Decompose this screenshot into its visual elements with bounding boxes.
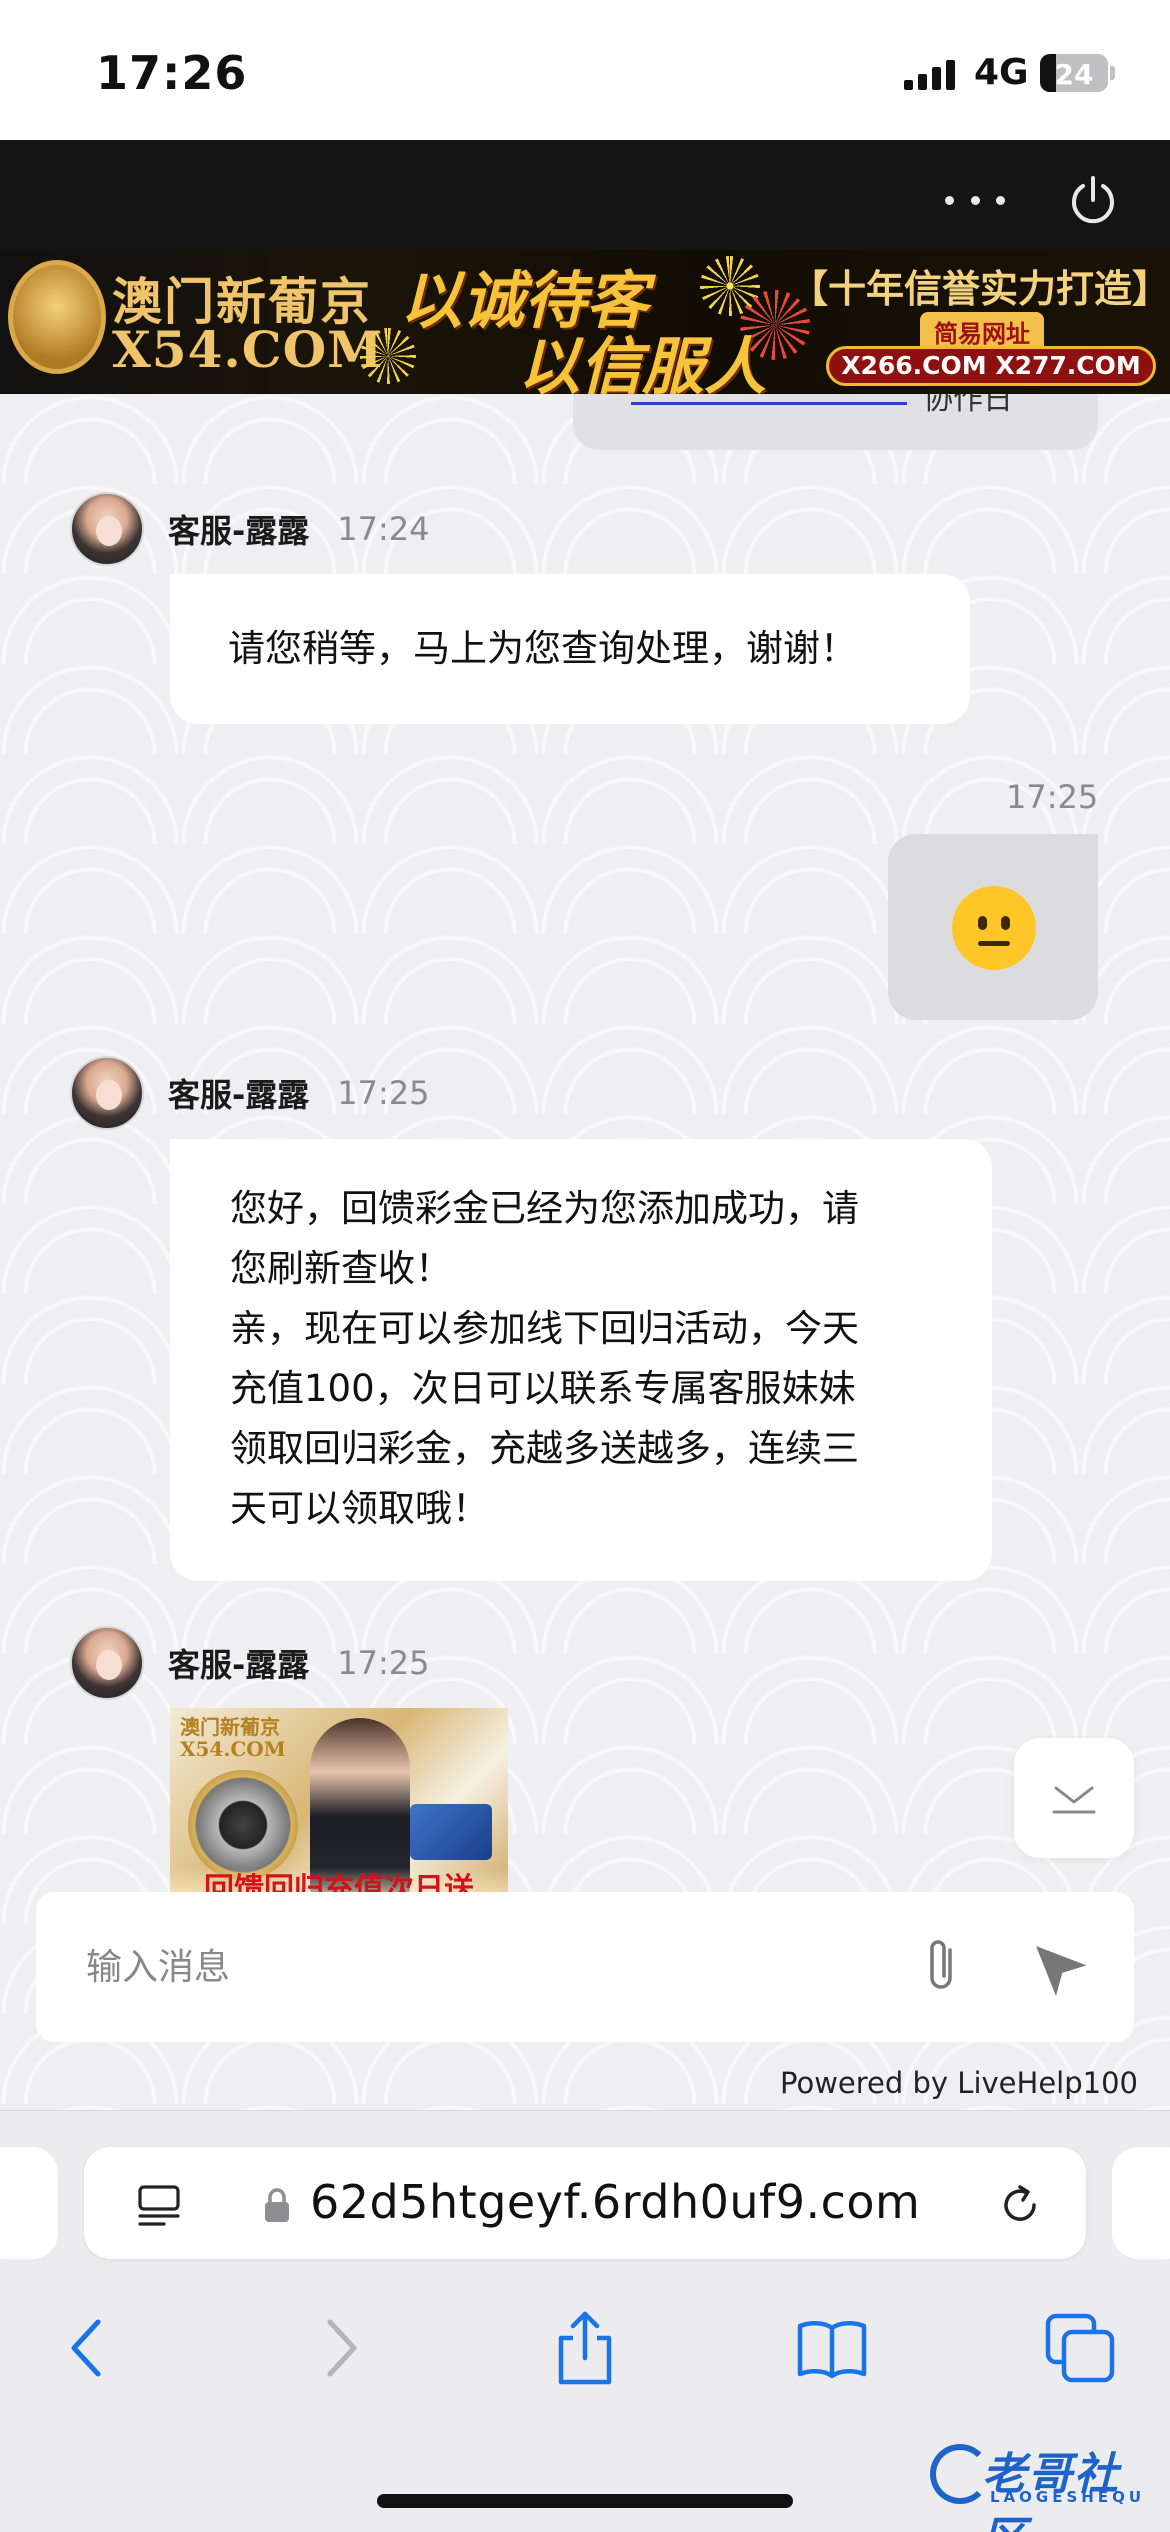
next-tab-preview[interactable]: [1112, 2147, 1170, 2259]
message-text: 请您稍等，马上为您查询处理，谢谢！: [228, 627, 857, 670]
promo-image-message[interactable]: 澳门新葡京 X54.COM 回馈回归充值次日送: [170, 1708, 508, 1908]
avatar[interactable]: [70, 1626, 144, 1700]
address-bar[interactable]: 62d5htgeyf.6rdh0uf9.com: [84, 2147, 1086, 2259]
lock-icon: [265, 2188, 289, 2222]
page-menu-icon[interactable]: [136, 2183, 182, 2229]
message-line: 领取回归彩金，充越多送越多，连续三: [230, 1427, 859, 1470]
promo-logo-cn: 澳门新葡京: [180, 1715, 280, 1739]
casino-logo-icon: [8, 260, 106, 374]
chat-message-list[interactable]: 协作日 客服-露露 17:24 请您稍等，马上为您查询处理，谢谢！ 17:25 …: [0, 394, 1170, 2110]
send-icon[interactable]: [1026, 1934, 1096, 2004]
agent-message-bubble: 请您稍等，马上为您查询处理，谢谢！: [170, 574, 970, 724]
message-header: 客服-露露 17:25: [70, 1056, 430, 1130]
message-line: 亲，现在可以参加线下回归活动，今天: [230, 1307, 859, 1350]
battery-level: 24: [1054, 58, 1094, 91]
scroll-to-bottom-button[interactable]: [1014, 1738, 1134, 1858]
message-composer: [36, 1892, 1134, 2042]
neutral-face-emoji-icon: [952, 886, 1036, 970]
power-icon[interactable]: [1066, 174, 1120, 228]
watermark-subtext: LAOGESHEQU: [990, 2488, 1146, 2506]
roulette-wheel-icon: [188, 1770, 298, 1880]
message-line: 您好，回馈彩金已经为您添加成功，请: [230, 1187, 859, 1230]
previous-message-fragment: 协作日: [923, 394, 1013, 417]
message-time: 17:25: [1006, 778, 1099, 816]
network-type: 4G: [974, 52, 1029, 93]
message-header: 客服-露露 17:25: [70, 1626, 430, 1700]
banner-urls: X266.COM X277.COM: [826, 346, 1156, 386]
chevron-right-icon[interactable]: [300, 2308, 380, 2388]
agent-message-bubble: 您好，回馈彩金已经为您添加成功，请 您刷新查收！ 亲，现在可以参加线下回归活动，…: [170, 1139, 992, 1581]
message-line: 天可以领取哦！: [230, 1487, 489, 1530]
status-time: 17:26: [96, 46, 248, 100]
previous-tab-preview[interactable]: [0, 2147, 58, 2259]
banner-logo-en: X54.COM: [112, 320, 384, 379]
sender-name: 客服-露露: [168, 512, 310, 550]
ellipsis-icon[interactable]: [945, 185, 1005, 215]
sender-name: 客服-露露: [168, 1646, 310, 1684]
home-indicator[interactable]: [377, 2494, 793, 2508]
message-time: 17:25: [337, 1074, 430, 1112]
tabs-icon[interactable]: [1040, 2308, 1120, 2388]
message-line: 充值100，次日可以联系专属客服妹妹: [230, 1367, 856, 1410]
watermark-logo-icon: [930, 2444, 990, 2504]
promo-logo-en: X54.COM: [180, 1737, 286, 1761]
promo-logo: 澳门新葡京 X54.COM: [180, 1716, 286, 1760]
reload-icon[interactable]: [996, 2181, 1044, 2229]
previous-message-link[interactable]: [631, 402, 907, 405]
browser-toolbar: 老哥社区 LAOGESHEQU: [0, 2306, 1170, 2532]
message-line: 您刷新查收！: [230, 1247, 452, 1290]
cellular-signal-icon: [904, 58, 956, 90]
user-message-bubble: [888, 834, 1098, 1020]
chat-header: 澳门新葡京 X54.COM 以诚待客 以信服人 【十年信誉实力打造】 简易网址 …: [0, 140, 1170, 394]
credit-card-icon: [410, 1804, 492, 1860]
message-time: 17:25: [337, 1644, 430, 1682]
avatar[interactable]: [70, 492, 144, 566]
message-input[interactable]: [86, 1932, 866, 2002]
status-bar: 17:26 4G 24: [0, 0, 1170, 140]
message-time: 17:24: [337, 510, 430, 548]
promo-banner[interactable]: 澳门新葡京 X54.COM 以诚待客 以信服人 【十年信誉实力打造】 简易网址 …: [0, 250, 1170, 394]
watermark-text: 老哥社区: [982, 2449, 1120, 2532]
url-text[interactable]: 62d5htgeyf.6rdh0uf9.com: [310, 2175, 920, 2229]
battery-icon: 24: [1040, 54, 1108, 92]
banner-promise: 【十年信誉实力打造】: [790, 267, 1170, 311]
message-header: 客服-露露 17:24: [70, 492, 430, 566]
banner-slogan-line2: 以信服人: [518, 330, 767, 394]
chevron-left-icon[interactable]: [48, 2308, 128, 2388]
paperclip-icon[interactable]: [906, 1932, 976, 2002]
battery-tip: [1110, 66, 1115, 80]
previous-message-bubble: 协作日: [573, 394, 1098, 450]
browser-url-area: 62d5htgeyf.6rdh0uf9.com: [0, 2110, 1170, 2306]
site-watermark: 老哥社区 LAOGESHEQU: [930, 2436, 1160, 2532]
book-icon[interactable]: [792, 2308, 872, 2388]
avatar[interactable]: [70, 1056, 144, 1130]
share-icon[interactable]: [545, 2308, 625, 2388]
sender-name: 客服-露露: [168, 1076, 310, 1114]
powered-by: Powered by LiveHelp100: [780, 2066, 1138, 2100]
